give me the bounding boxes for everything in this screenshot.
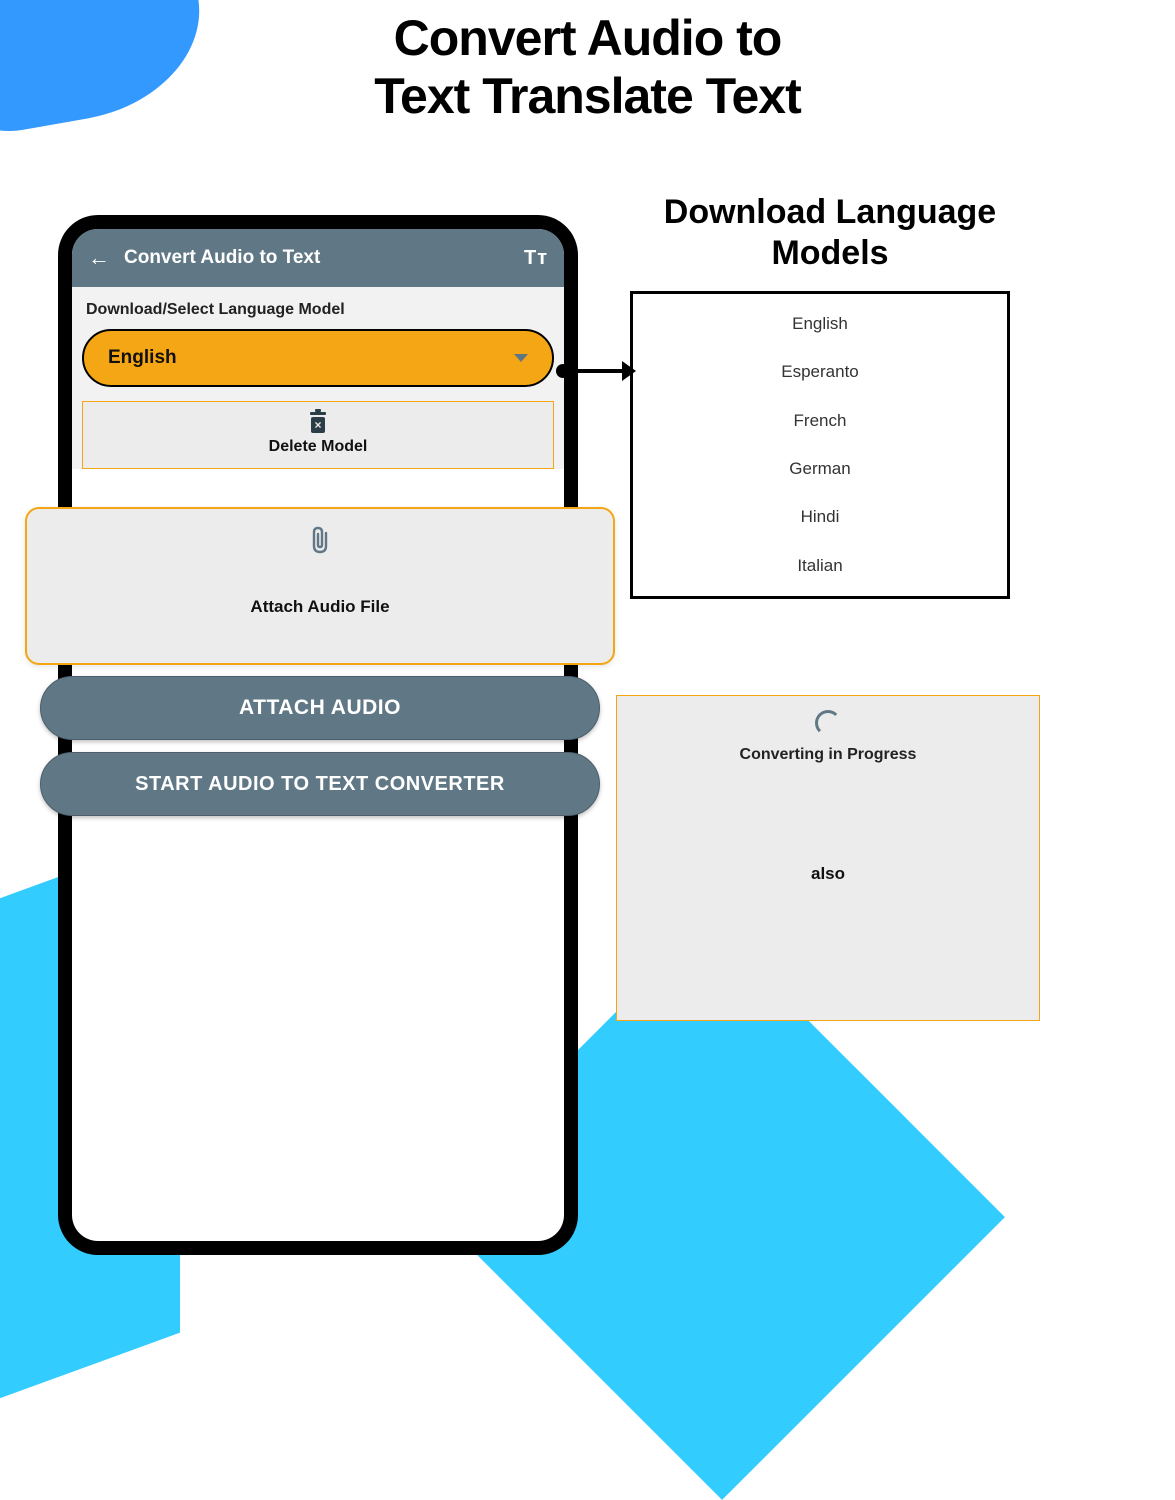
language-option[interactable]: German: [633, 459, 1007, 479]
arrow-connector: [556, 358, 634, 384]
button-label: START AUDIO TO TEXT CONVERTER: [135, 773, 505, 796]
screen-title: Convert Audio to Text: [124, 247, 524, 269]
chevron-down-icon: [514, 354, 528, 362]
language-option[interactable]: Italian: [633, 556, 1007, 576]
button-label: ATTACH AUDIO: [239, 696, 401, 720]
progress-status: Converting in Progress: [740, 746, 917, 764]
trash-icon: [308, 412, 328, 434]
language-option[interactable]: Hindi: [633, 507, 1007, 527]
text-size-icon[interactable]: Tᴛ: [524, 247, 548, 270]
language-option[interactable]: French: [633, 411, 1007, 431]
attach-file-label: Attach Audio File: [250, 597, 389, 617]
models-title-line: Models: [771, 234, 888, 272]
paperclip-icon: [308, 525, 332, 563]
language-dropdown[interactable]: English: [82, 329, 554, 387]
delete-model-button[interactable]: Delete Model: [82, 401, 554, 469]
app-header: ← Convert Audio to Text Tᴛ: [72, 229, 564, 287]
spinner-icon: [815, 710, 841, 736]
start-converter-button[interactable]: START AUDIO TO TEXT CONVERTER: [40, 752, 600, 816]
section-label: Download/Select Language Model: [86, 301, 554, 319]
page-title-line: Text Translate Text: [374, 68, 801, 124]
delete-model-label: Delete Model: [269, 438, 368, 456]
progress-result-text: also: [811, 864, 845, 884]
models-title-line: Download Language: [664, 193, 996, 231]
language-option[interactable]: Esperanto: [633, 362, 1007, 382]
attach-audio-button[interactable]: ATTACH AUDIO: [40, 676, 600, 740]
attach-file-card[interactable]: Attach Audio File: [25, 507, 615, 665]
page-title-line: Convert Audio to: [394, 10, 782, 66]
converting-progress-box: Converting in Progress also: [616, 695, 1040, 1021]
screen-body: Download/Select Language Model English D…: [72, 287, 564, 469]
back-icon[interactable]: ←: [88, 245, 110, 271]
page-title: Convert Audio to Text Translate Text: [0, 10, 1175, 125]
language-option[interactable]: English: [633, 314, 1007, 334]
language-models-box: English Esperanto French German Hindi It…: [630, 291, 1010, 599]
models-title: Download Language Models: [630, 192, 1030, 274]
selected-language: English: [108, 347, 177, 369]
